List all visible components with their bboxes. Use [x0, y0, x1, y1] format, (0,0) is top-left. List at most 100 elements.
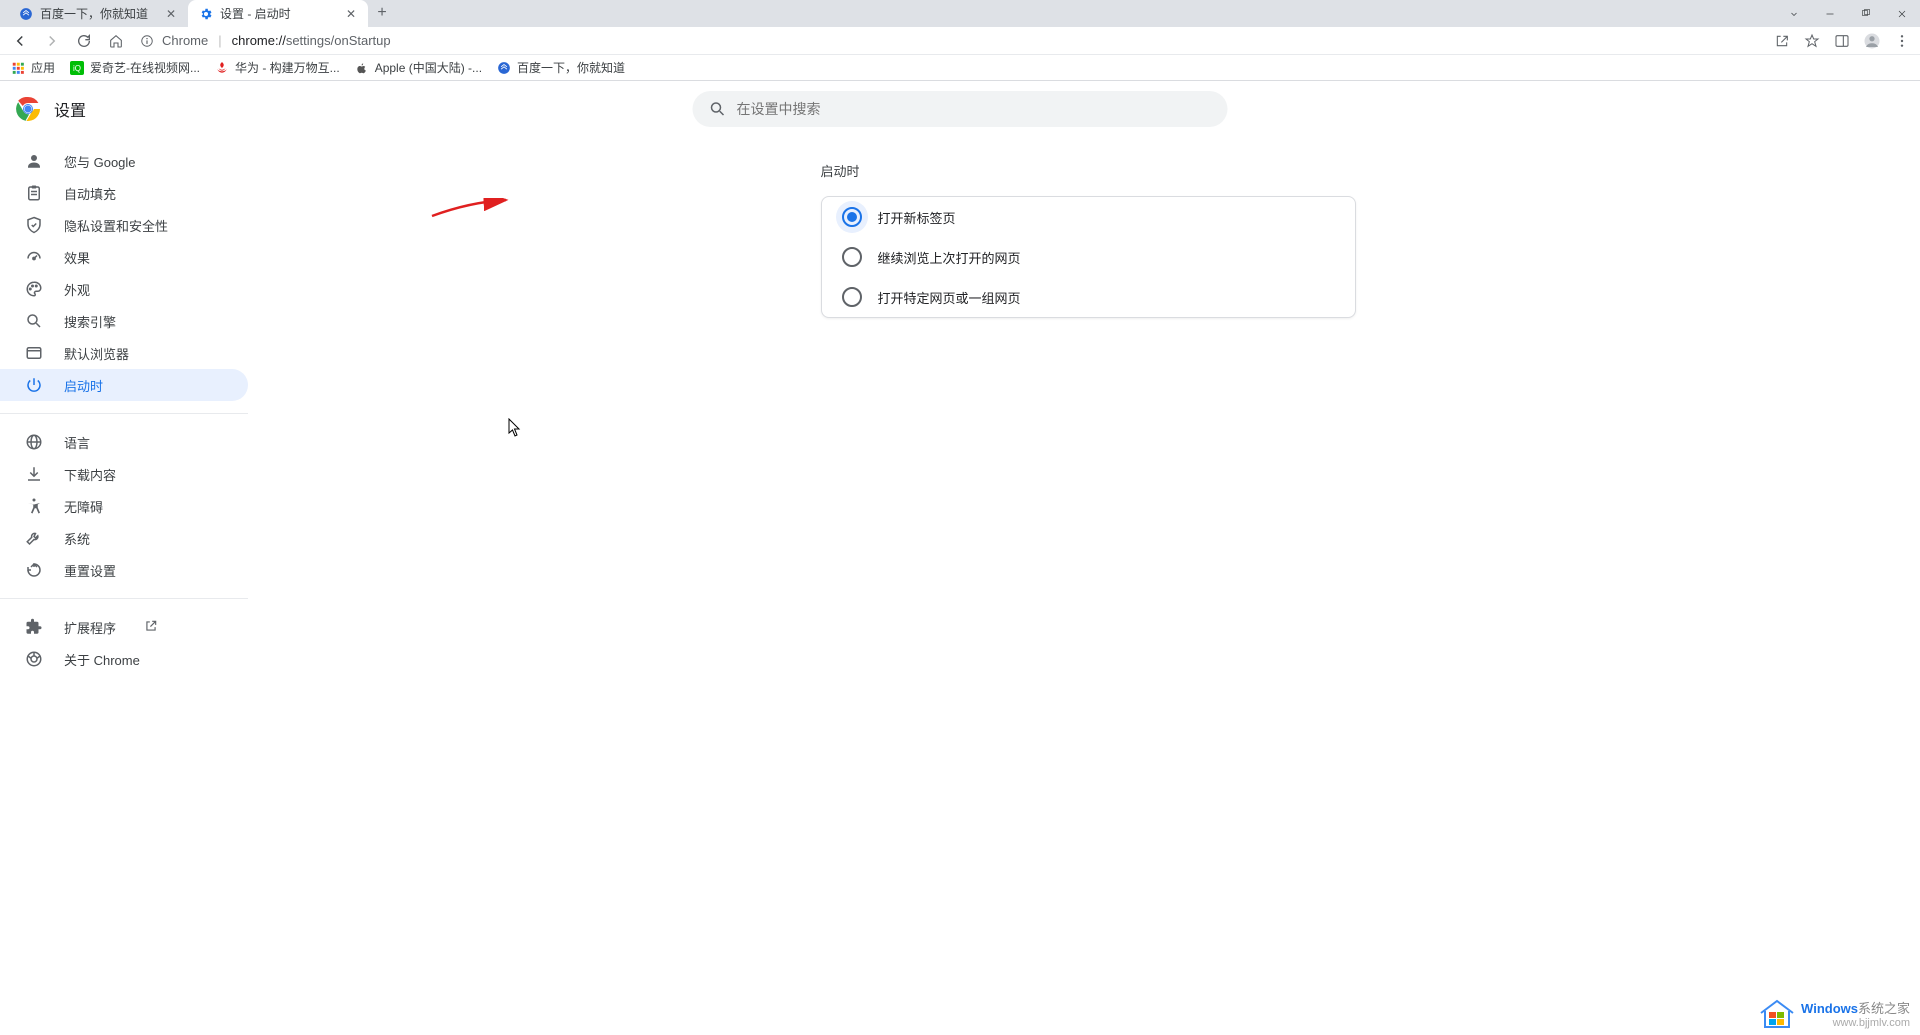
nav-item-label: 外观: [64, 280, 90, 299]
nav-item-label: 关于 Chrome: [64, 650, 140, 669]
watermark: Windows系统之家 www.bjjmlv.com: [1759, 998, 1910, 1029]
option-label: 打开特定网页或一组网页: [878, 288, 1021, 307]
window-controls: [1776, 0, 1920, 27]
settings-header: 设置: [0, 81, 1920, 137]
settings-page: 设置 您与 Google 自动填充隐私设置和安全性效果外观搜索引擎默认浏览器启动时…: [0, 81, 1920, 1035]
nav-item-performance[interactable]: 效果: [0, 241, 248, 273]
bookmark-label: 爱奇艺-在线视频网...: [90, 59, 200, 76]
nav-item-label: 下载内容: [64, 465, 116, 484]
reload-button[interactable]: [70, 27, 98, 55]
nav-item-reset[interactable]: 重置设置: [0, 554, 248, 586]
nav-item-autofill[interactable]: 自动填充: [0, 177, 248, 209]
nav-item-search-engine[interactable]: 搜索引擎: [0, 305, 248, 337]
restore-icon: [24, 560, 44, 580]
extension-icon: [24, 617, 44, 637]
bookmarks-bar: 应用 iQ 爱奇艺-在线视频网... 华为 - 构建万物互... Apple (…: [0, 55, 1920, 81]
bookmark-star-icon[interactable]: [1800, 29, 1824, 53]
nav-item-label: 自动填充: [64, 184, 116, 203]
home-button[interactable]: [102, 27, 130, 55]
favicon-icon: [496, 60, 512, 76]
speed-icon: [24, 247, 44, 267]
download-icon: [24, 464, 44, 484]
share-icon[interactable]: [1770, 29, 1794, 53]
startup-options-card: 打开新标签页继续浏览上次打开的网页打开特定网页或一组网页: [821, 196, 1356, 318]
settings-main: 启动时 打开新标签页继续浏览上次打开的网页打开特定网页或一组网页: [256, 137, 1920, 1035]
minimize-button[interactable]: [1812, 0, 1848, 27]
search-input[interactable]: [737, 101, 1212, 117]
bookmark-item-2[interactable]: Apple (中国大陆) -...: [354, 59, 482, 76]
external-link-icon: [144, 619, 158, 636]
browser-tabstrip: 百度一下，你就知道 ✕ 设置 - 启动时 ✕ +: [0, 0, 1920, 27]
profile-avatar-icon[interactable]: [1860, 29, 1884, 53]
nav-item-system[interactable]: 系统: [0, 522, 248, 554]
palette-icon: [24, 279, 44, 299]
nav-item-label: 系统: [64, 529, 90, 548]
browser-tab-0[interactable]: 百度一下，你就知道 ✕: [8, 0, 188, 27]
url-path: settings/onStartup: [286, 33, 391, 48]
startup-option-specific[interactable]: 打开特定网页或一组网页: [822, 277, 1355, 317]
person-icon: [24, 151, 44, 171]
bookmark-item-0[interactable]: iQ 爱奇艺-在线视频网...: [69, 59, 200, 76]
favicon-icon: [18, 6, 34, 22]
bookmark-label: 华为 - 构建万物互...: [235, 59, 340, 76]
bookmark-item-1[interactable]: 华为 - 构建万物互...: [214, 59, 340, 76]
omnibox[interactable]: Chrome | chrome://settings/onStartup: [134, 29, 1766, 53]
close-icon[interactable]: ✕: [344, 7, 358, 21]
apple-icon: [354, 60, 370, 76]
browser-tab-1[interactable]: 设置 - 启动时 ✕: [188, 0, 368, 27]
nav-item-privacy[interactable]: 隐私设置和安全性: [0, 209, 248, 241]
browser-icon: [24, 343, 44, 363]
settings-search-box[interactable]: [693, 91, 1228, 127]
back-button[interactable]: [6, 27, 34, 55]
power-icon: [24, 375, 44, 395]
nav-item-default-browser[interactable]: 默认浏览器: [0, 337, 248, 369]
startup-option-newtab[interactable]: 打开新标签页: [822, 197, 1355, 237]
chrome-logo-icon: [16, 97, 40, 121]
chrome-menu-icon[interactable]: [1890, 29, 1914, 53]
nav-item-label: 扩展程序: [64, 618, 116, 637]
nav-item-downloads[interactable]: 下载内容: [0, 458, 248, 490]
bookmark-label: Apple (中国大陆) -...: [375, 59, 482, 76]
tab-title: 设置 - 启动时: [220, 5, 338, 22]
nav-item-you-and-google[interactable]: 您与 Google: [0, 145, 248, 177]
accessibility-icon: [24, 496, 44, 516]
nav-item-accessibility[interactable]: 无障碍: [0, 490, 248, 522]
assignment-icon: [24, 183, 44, 203]
wrench-icon: [24, 528, 44, 548]
address-bar: Chrome | chrome://settings/onStartup: [0, 27, 1920, 55]
startup-option-continue[interactable]: 继续浏览上次打开的网页: [822, 237, 1355, 277]
bookmark-label: 应用: [31, 59, 55, 76]
nav-item-label: 效果: [64, 248, 90, 267]
nav-item-label: 默认浏览器: [64, 344, 129, 363]
nav-item-languages[interactable]: 语言: [0, 426, 248, 458]
nav-item-label: 无障碍: [64, 497, 103, 516]
gear-icon: [198, 6, 214, 22]
side-panel-icon[interactable]: [1830, 29, 1854, 53]
chevron-down-icon[interactable]: [1776, 0, 1812, 27]
apps-shortcut[interactable]: 应用: [10, 59, 55, 76]
new-tab-button[interactable]: +: [368, 0, 396, 27]
bookmark-item-3[interactable]: 百度一下，你就知道: [496, 59, 625, 76]
close-window-button[interactable]: [1884, 0, 1920, 27]
forward-button[interactable]: [38, 27, 66, 55]
nav-item-label: 启动时: [64, 376, 103, 395]
option-label: 打开新标签页: [878, 208, 956, 227]
maximize-button[interactable]: [1848, 0, 1884, 27]
url-scheme: chrome://: [232, 33, 286, 48]
nav-item-about[interactable]: 关于 Chrome: [0, 643, 248, 675]
option-label: 继续浏览上次打开的网页: [878, 248, 1021, 267]
site-info-icon[interactable]: [138, 34, 156, 48]
settings-title: 设置: [54, 97, 86, 121]
globe-icon: [24, 432, 44, 452]
radio-icon: [842, 287, 862, 307]
nav-item-appearance[interactable]: 外观: [0, 273, 248, 305]
nav-item-on-startup[interactable]: 启动时: [0, 369, 248, 401]
settings-nav: 您与 Google 自动填充隐私设置和安全性效果外观搜索引擎默认浏览器启动时语言下…: [0, 137, 256, 1035]
watermark-brand1: Windows: [1801, 1001, 1858, 1016]
nav-item-extensions[interactable]: 扩展程序: [0, 611, 248, 643]
close-icon[interactable]: ✕: [164, 7, 178, 21]
chrome-icon: [24, 649, 44, 669]
radio-icon: [842, 207, 862, 227]
search-icon: [24, 311, 44, 331]
watermark-brand2: 系统之家: [1858, 1001, 1910, 1016]
